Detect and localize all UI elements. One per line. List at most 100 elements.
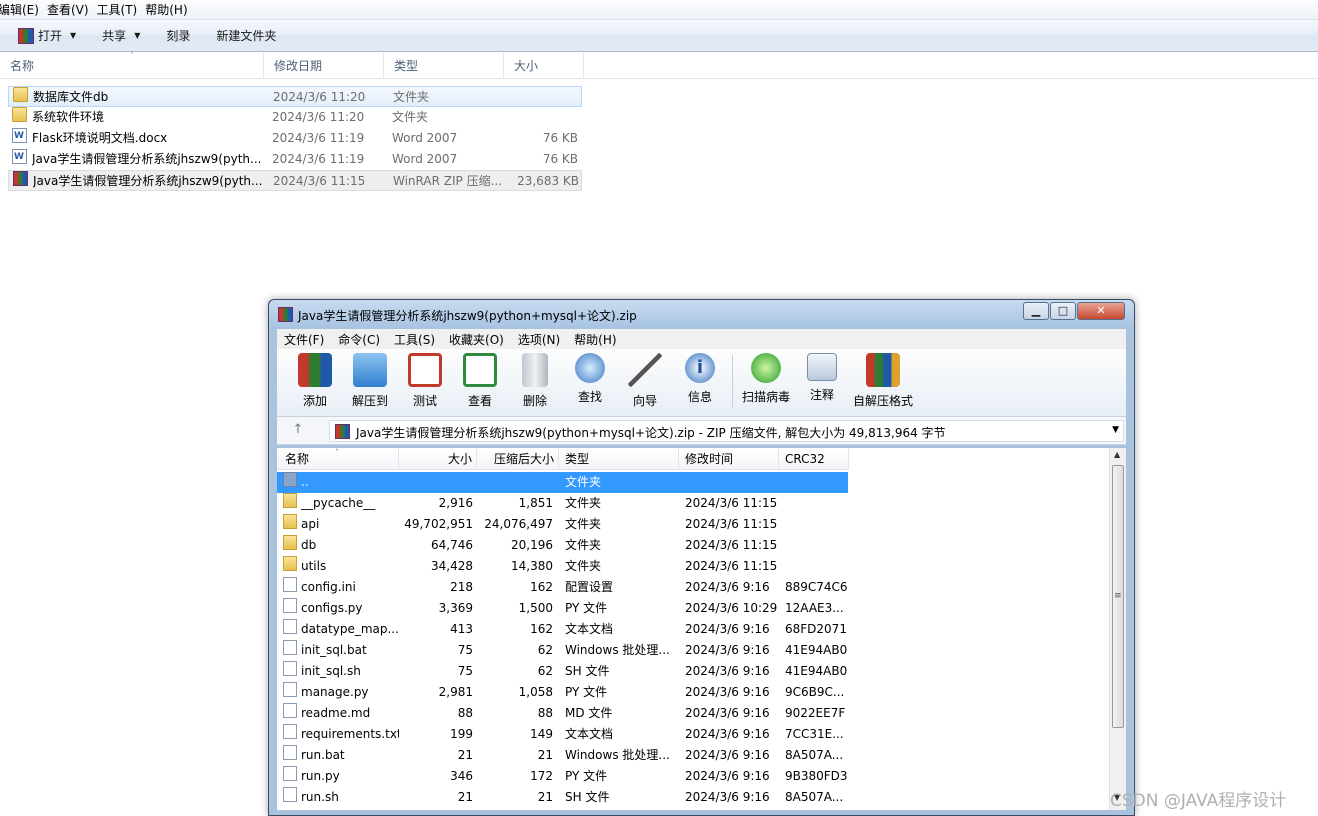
chevron-down-icon[interactable]: ▼ (1112, 425, 1119, 435)
archive-row[interactable]: .. 文件夹 (277, 472, 848, 493)
delete-button[interactable]: 删除 (510, 353, 560, 409)
entry-type: SH 文件 (565, 664, 610, 678)
scroll-up-icon[interactable]: ▲ (1114, 450, 1120, 459)
archive-row[interactable]: run.py 346 172 PY 文件 2024/3/6 9:16 9B380FD3 (277, 766, 848, 787)
column-name[interactable]: 名称 ˄ (277, 448, 399, 470)
test-label: 测试 (412, 394, 437, 408)
entry-modified: 2024/3/6 9:16 (685, 622, 770, 636)
file-row[interactable]: Java学生请假管理分析系统jhszw9(pyth... 2024/3/6 11:… (8, 149, 582, 170)
batch-file-icon (283, 745, 297, 760)
vertical-scrollbar[interactable]: ▲ ≡ ▼ (1109, 448, 1126, 810)
entry-size: 346 (450, 769, 473, 783)
entry-name: utils (301, 559, 327, 573)
share-button[interactable]: 共享 ▼ (102, 27, 140, 44)
watermark: CSDN @JAVA程序设计 (1110, 791, 1287, 811)
view-button[interactable]: 查看 (455, 353, 505, 409)
new-folder-label: 新建文件夹 (216, 29, 277, 43)
column-modified[interactable]: 修改时间 (679, 448, 779, 470)
close-button[interactable]: ✕ (1077, 302, 1125, 320)
archive-row[interactable]: run.bat 21 21 Windows 批处理... 2024/3/6 9:16 8A… (277, 745, 848, 766)
entry-packed: 24,076,497 (484, 517, 553, 531)
up-arrow-icon[interactable]: ↑ (285, 422, 311, 440)
entry-name: run.sh (301, 790, 339, 804)
winrar-titlebar[interactable]: Java学生请假管理分析系统jhszw9(python+mysql+论文).zi… (269, 300, 1134, 328)
add-button[interactable]: 添加 (290, 353, 340, 409)
test-button[interactable]: 测试 (400, 353, 450, 409)
archive-row[interactable]: manage.py 2,981 1,058 PY 文件 2024/3/6 9:16 9C6… (277, 682, 848, 703)
archive-row[interactable]: requirements.txt 199 149 文本文档 2024/3/6 9:16 7… (277, 724, 848, 745)
menu-tools[interactable]: 工具(S) (394, 331, 435, 348)
archive-row[interactable]: api 49,702,951 24,076,497 文件夹 2024/3/6 11:15 (277, 514, 848, 535)
column-crc[interactable]: CRC32 (779, 448, 849, 470)
info-button[interactable]: i 信息 (675, 353, 725, 405)
maximize-button[interactable]: □ (1050, 302, 1076, 320)
entry-size: 75 (457, 643, 473, 657)
archive-row[interactable]: configs.py 3,369 1,500 PY 文件 2024/3/6 10:29 1… (277, 598, 848, 619)
archive-row[interactable]: db 64,746 20,196 文件夹 2024/3/6 11:15 (277, 535, 848, 556)
menu-edit[interactable]: 编辑(E) (0, 1, 47, 18)
archive-row[interactable]: readme.md 88 88 MD 文件 2024/3/6 9:16 9022EE7F (277, 703, 848, 724)
entry-packed: 162 (530, 622, 553, 636)
menu-help[interactable]: 帮助(H) (574, 331, 616, 348)
share-label: 共享 (102, 29, 127, 43)
archive-path-field[interactable]: Java学生请假管理分析系统jhszw9(python+mysql+论文).zi… (329, 420, 1124, 442)
menu-options[interactable]: 选项(N) (518, 331, 560, 348)
file-row[interactable]: Java学生请假管理分析系统jhszw9(pyth... 2024/3/6 11:… (8, 170, 582, 191)
wizard-button[interactable]: 向导 (620, 353, 670, 409)
column-type[interactable]: 类型 (384, 53, 504, 79)
column-packed[interactable]: 压缩后大小 (477, 448, 559, 470)
entry-crc: 41E94AB0 (785, 643, 847, 657)
menu-tools[interactable]: 工具(T) (97, 1, 146, 18)
entry-type: 文本文档 (565, 622, 614, 636)
new-folder-button[interactable]: 新建文件夹 (216, 27, 276, 44)
scan-virus-button[interactable]: 扫描病毒 (740, 353, 792, 405)
archive-row[interactable]: utils 34,428 14,380 文件夹 2024/3/6 11:15 (277, 556, 848, 577)
sfx-button[interactable]: 自解压格式 (852, 353, 914, 409)
virus-scan-icon (751, 353, 781, 383)
open-button[interactable]: 打开 ▼ (18, 27, 76, 44)
column-size[interactable]: 大小 (504, 53, 584, 79)
text-file-icon (283, 724, 297, 739)
entry-size: 88 (457, 706, 473, 720)
sort-asc-icon: ˄ (130, 51, 134, 60)
archive-row[interactable]: init_sql.bat 75 62 Windows 批处理... 2024/3/6 9… (277, 640, 848, 661)
file-type: Word 2007 (392, 152, 458, 166)
menu-file[interactable]: 文件(F) (284, 331, 324, 348)
entry-modified: 2024/3/6 9:16 (685, 643, 770, 657)
menu-view[interactable]: 查看(V) (47, 1, 97, 18)
extract-to-button[interactable]: 解压到 (345, 353, 395, 409)
minimize-button[interactable]: ▁ (1023, 302, 1049, 320)
entry-type: MD 文件 (565, 706, 613, 720)
entry-crc: 8A507A... (785, 790, 844, 804)
column-date[interactable]: 修改日期 (264, 53, 384, 79)
file-row[interactable]: 系统软件环境 2024/3/6 11:20 文件夹 (8, 107, 582, 128)
entry-name: datatype_map.... (301, 622, 399, 636)
archive-row[interactable]: init_sql.sh 75 62 SH 文件 2024/3/6 9:16 41E94AB… (277, 661, 848, 682)
column-type[interactable]: 类型 (559, 448, 679, 470)
file-icon (283, 661, 297, 676)
archive-row[interactable]: datatype_map.... 413 162 文本文档 2024/3/6 9:16 6… (277, 619, 848, 640)
menu-favorites[interactable]: 收藏夹(O) (449, 331, 504, 348)
file-icon (283, 766, 297, 781)
file-row[interactable]: Flask环境说明文档.docx 2024/3/6 11:19 Word 2007 7… (8, 128, 582, 149)
wizard-label: 向导 (632, 394, 657, 408)
burn-button[interactable]: 刻录 (166, 27, 190, 44)
menu-help[interactable]: 帮助(H) (145, 1, 195, 18)
magnifier-icon (575, 353, 605, 383)
find-button[interactable]: 查找 (565, 353, 615, 405)
entry-name: config.ini (301, 580, 356, 594)
archive-file-list: 名称 ˄ 大小 压缩后大小 类型 修改时间 CRC32 .. 文件夹 __pycach… (277, 448, 1109, 810)
file-size: 76 KB (542, 152, 578, 166)
archive-row[interactable]: config.ini 218 162 配置设置 2024/3/6 9:16 889C74C… (277, 577, 848, 598)
toolbar-separator (732, 355, 733, 409)
menu-commands[interactable]: 命令(C) (338, 331, 380, 348)
archive-row[interactable]: run.sh 21 21 SH 文件 2024/3/6 9:16 8A507A... (277, 787, 848, 808)
folder-icon (12, 107, 27, 122)
comment-button[interactable]: 注释 (797, 353, 847, 403)
archive-row[interactable]: __pycache__ 2,916 1,851 文件夹 2024/3/6 11:15 (277, 493, 848, 514)
entry-name: configs.py (301, 601, 363, 615)
view-label: 查看 (467, 394, 492, 408)
entry-packed: 21 (537, 748, 553, 762)
column-size[interactable]: 大小 (399, 448, 477, 470)
file-row[interactable]: 数据库文件db 2024/3/6 11:20 文件夹 (8, 86, 582, 107)
